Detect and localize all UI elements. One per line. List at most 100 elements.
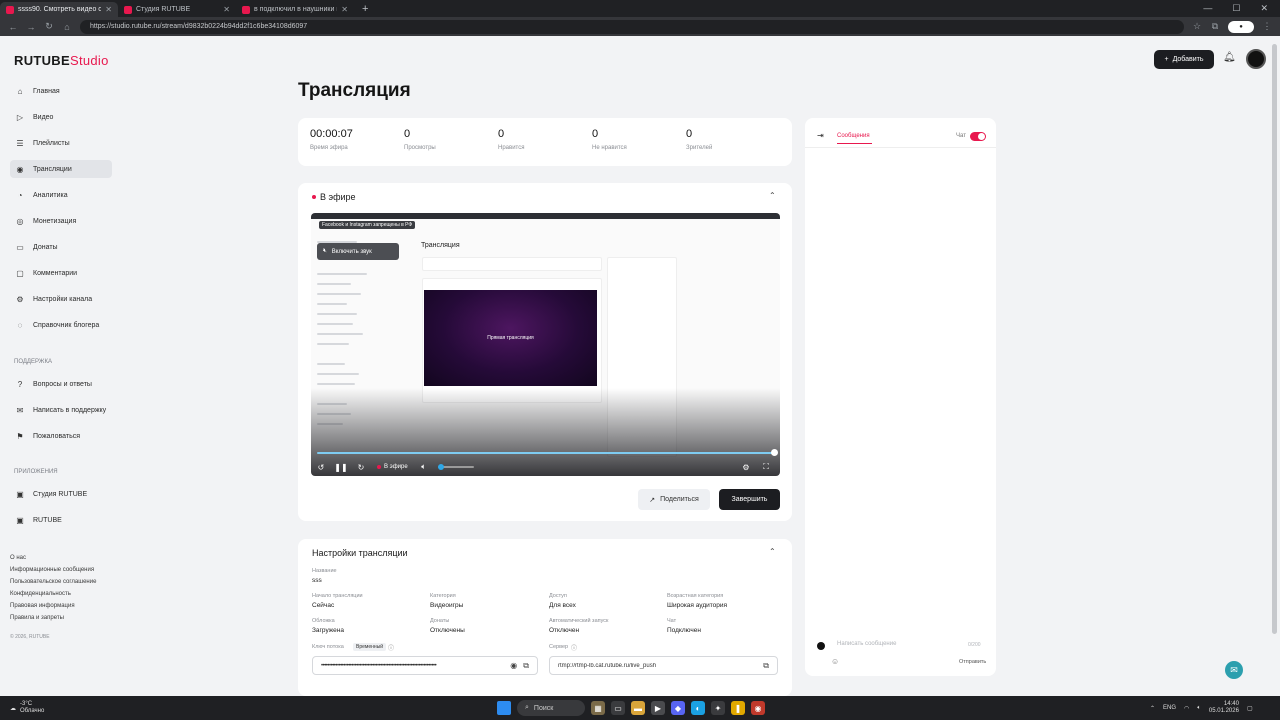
footer-link-about[interactable]: О нас — [10, 555, 26, 561]
chat-toggle[interactable] — [970, 132, 986, 141]
stream-key-field[interactable]: ••••••••••••••••••••••••••••••••••••••••… — [312, 656, 538, 675]
sidebar-item-comments[interactable]: ▢ Комментарии — [10, 264, 112, 282]
sidebar-item-write-support[interactable]: ✉ Написать в поддержку — [10, 401, 112, 419]
clock-time: 14:40 — [1223, 701, 1239, 707]
browser-tab-2[interactable]: Студия RUTUBE ✕ — [118, 2, 236, 17]
browser-tab-3[interactable]: в подключил в наушники и та ✕ — [236, 2, 354, 17]
edge-icon[interactable]: ◐ — [691, 701, 705, 715]
pause-icon[interactable]: ❚❚ — [331, 463, 351, 472]
sidebar-item-channel-settings[interactable]: ⚙ Настройки канала — [10, 290, 112, 308]
weather-widget[interactable]: ☁ -3°C Облачно — [0, 701, 200, 715]
unmute-button[interactable]: 🔇︎ Включить звук — [317, 243, 399, 260]
info-icon[interactable]: ⓘ — [388, 643, 394, 652]
footer-link-agreement[interactable]: Пользовательское соглашение — [10, 579, 96, 585]
taskbar-search[interactable]: ⌕ Поиск — [517, 700, 585, 716]
close-icon[interactable]: ✕ — [105, 5, 112, 14]
progress-bar[interactable] — [317, 452, 774, 454]
speaker-icon[interactable]: 🔈︎ — [1197, 705, 1201, 712]
wifi-icon[interactable]: ◠ — [1184, 705, 1189, 712]
sidebar-item-rutube-app[interactable]: ▣ RUTUBE — [10, 511, 112, 529]
copy-icon[interactable]: ⧉ — [763, 661, 769, 671]
minimize-icon[interactable]: — — [1203, 3, 1212, 14]
field-value: Широкая аудитория — [667, 602, 728, 609]
windows-start-icon[interactable] — [497, 701, 511, 715]
sidebar-item-video[interactable]: ▷ Видео — [10, 108, 112, 126]
browser-menu-icon[interactable]: ⋮ — [1262, 21, 1272, 32]
sidebar-item-report[interactable]: ⚑ Пожаловаться — [10, 427, 112, 445]
chrome-icon[interactable]: ◉ — [751, 701, 765, 715]
browser-tab-1[interactable]: ssss90. Смотреть видео онлайн ✕ — [0, 2, 118, 17]
sidebar-item-blogger-guide[interactable]: ◌ Справочник блогера — [10, 316, 112, 334]
back-icon[interactable]: ← — [8, 22, 18, 32]
chevron-up-icon[interactable]: ⌃ — [769, 191, 776, 200]
taskbar-search-label: Поиск — [533, 704, 554, 712]
media-app-icon[interactable]: ▶ — [651, 701, 665, 715]
footer-link-privacy[interactable]: Конфиденциальность — [10, 591, 71, 597]
file-explorer-icon[interactable]: ▬ — [631, 701, 645, 715]
volume-slider[interactable] — [437, 464, 474, 470]
extensions-icon[interactable]: ⧉ — [1210, 21, 1220, 32]
settings-icon[interactable]: ⚙ — [736, 463, 756, 472]
page-scrollbar[interactable] — [1272, 44, 1277, 634]
widgets-icon[interactable]: ▦ — [591, 701, 605, 715]
info-icon[interactable]: ⓘ — [571, 643, 577, 652]
footer-link-rules[interactable]: Правила и запреты — [10, 615, 64, 621]
progress-handle[interactable] — [771, 449, 778, 456]
sidebar-item-home[interactable]: ⌂ Главная — [10, 82, 112, 100]
stream-preview-player[interactable]: Facebook и Instagram запрещены в РФ 🔇︎ Вк… — [311, 213, 780, 476]
maximize-icon[interactable]: ☐ — [1232, 3, 1240, 14]
language-indicator[interactable]: ENG — [1163, 705, 1176, 711]
sidebar-item-donations[interactable]: ▭ Донаты — [10, 238, 112, 256]
close-icon[interactable]: ✕ — [341, 5, 348, 14]
sidebar-item-playlists[interactable]: ☰ Плейлисты — [10, 134, 112, 152]
chevron-up-icon[interactable]: ⌃ — [769, 547, 776, 556]
copyright: © 2026, RUTUBE — [10, 634, 50, 640]
sidebar-item-broadcasts[interactable]: ◉ Трансляции — [10, 160, 112, 178]
server-url-field[interactable]: rtmp://rtmp-lb.cat.rutube.ru/live_push ⧉ — [549, 656, 778, 675]
tab-messages[interactable]: Сообщения — [837, 133, 870, 139]
support-chat-icon[interactable]: ✉ — [1225, 661, 1243, 679]
close-window-icon[interactable]: ✕ — [1260, 3, 1268, 14]
app-icon[interactable]: ✦ — [711, 701, 725, 715]
finish-button[interactable]: Завершить — [719, 489, 780, 510]
address-bar[interactable]: https://studio.rutube.ru/stream/d9832b02… — [80, 19, 1184, 34]
task-view-icon[interactable]: ▭ — [611, 701, 625, 715]
fullscreen-icon[interactable]: ⛶ — [756, 462, 776, 472]
profile-icon[interactable]: ● — [1228, 20, 1254, 33]
forward-icon[interactable]: ↻ — [351, 463, 371, 472]
app-icon-2[interactable]: ❚ — [731, 701, 745, 715]
copy-icon[interactable]: ⧉ — [523, 661, 529, 671]
footer-link-info[interactable]: Информационные сообщения — [10, 567, 94, 573]
stat-value: 00:00:07 — [310, 128, 353, 140]
collapse-panel-icon[interactable]: ⇥ — [817, 131, 824, 140]
logo-suffix: Studio — [69, 53, 109, 68]
bell-icon[interactable]: 🔔︎ — [1223, 52, 1236, 63]
sidebar-item-faq[interactable]: ? Вопросы и ответы — [10, 375, 112, 393]
forward-icon[interactable]: → — [26, 22, 36, 32]
rutube-studio-logo[interactable]: RUTUBEStudio — [14, 53, 109, 68]
rewind-icon[interactable]: ↺ — [311, 463, 331, 472]
discord-icon[interactable]: ◆ — [671, 701, 685, 715]
clock[interactable]: 14:40 05.01.2026 — [1209, 701, 1239, 715]
chevron-up-icon[interactable]: ⌃ — [1150, 705, 1155, 712]
eye-icon[interactable]: ◉ — [510, 661, 517, 670]
sidebar-item-analytics[interactable]: ◔ Аналитика — [10, 186, 112, 204]
notification-icon[interactable]: ▢ — [1247, 705, 1253, 712]
avatar[interactable] — [1246, 49, 1266, 69]
reload-icon[interactable]: ↻ — [44, 21, 54, 32]
home-browser-icon[interactable]: ⌂ — [62, 22, 72, 32]
volume-muted-icon[interactable]: 🔈︎ — [414, 462, 434, 472]
emoji-icon[interactable]: ☺ — [831, 657, 839, 666]
send-button[interactable]: Отправить — [959, 659, 986, 665]
analytics-icon: ◔ — [17, 190, 23, 200]
star-icon[interactable]: ☆ — [1192, 21, 1202, 32]
home-icon: ⌂ — [17, 86, 23, 96]
sidebar-item-studio-app[interactable]: ▣ Студия RUTUBE — [10, 485, 112, 503]
sidebar-item-monetization[interactable]: ◎ Монетизация — [10, 212, 112, 230]
share-button[interactable]: ↗ Поделиться — [638, 489, 710, 510]
chat-message-input[interactable]: Написать сообщение — [837, 641, 957, 647]
close-icon[interactable]: ✕ — [223, 5, 230, 14]
add-button[interactable]: + Добавить — [1154, 50, 1214, 69]
footer-link-legal[interactable]: Правовая информация — [10, 603, 75, 609]
new-tab-icon[interactable]: + — [354, 3, 376, 15]
